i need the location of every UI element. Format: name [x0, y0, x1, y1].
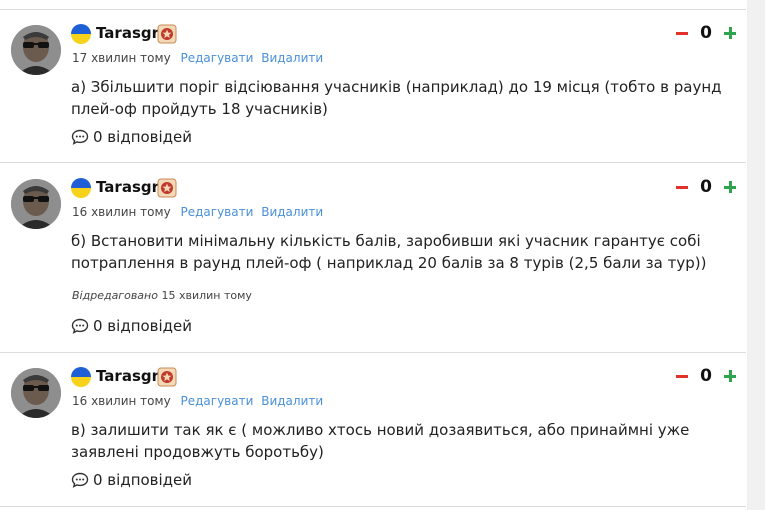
speech-bubble-icon — [71, 472, 89, 488]
rank-badge-icon — [157, 367, 177, 387]
vote-control: 0 — [676, 176, 736, 198]
replies-count: 0 відповідей — [93, 317, 193, 335]
edited-label: Відредаговано — [72, 289, 158, 302]
delete-link[interactable]: Видалити — [261, 205, 323, 219]
upvote-button[interactable] — [724, 181, 736, 193]
edit-link[interactable]: Редагувати — [181, 205, 254, 219]
upvote-button[interactable] — [724, 370, 736, 382]
replies-link[interactable]: 0 відповідей — [71, 471, 192, 489]
speech-bubble-icon — [71, 318, 89, 334]
replies-count: 0 відповідей — [93, 128, 193, 146]
downvote-button[interactable] — [676, 31, 688, 35]
comment-meta: 17 хвилин тому Редагувати Видалити — [72, 51, 323, 65]
comment-text: а) Збільшити поріг відсіювання учасників… — [71, 78, 722, 118]
edited-time: 15 хвилин тому — [161, 289, 252, 302]
rank-badge-icon — [157, 24, 177, 44]
comment-text: б) Встановити мінімальну кількість балів… — [71, 232, 707, 272]
edit-link[interactable]: Редагувати — [181, 394, 254, 408]
downvote-button[interactable] — [676, 374, 688, 378]
comments-page: Tarasgr 17 хвилин тому Редагувати Видали… — [0, 0, 765, 510]
ukraine-flag-icon — [71, 367, 91, 387]
edited-note: Відредаговано 15 хвилин тому — [72, 289, 252, 302]
upvote-button[interactable] — [724, 27, 736, 39]
comment-time: 16 хвилин тому — [72, 205, 171, 219]
vote-control: 0 — [676, 22, 736, 44]
username[interactable]: Tarasgr — [96, 367, 159, 385]
avatar[interactable] — [11, 179, 61, 229]
username[interactable]: Tarasgr — [96, 178, 159, 196]
username[interactable]: Tarasgr — [96, 24, 159, 42]
comment-meta: 16 хвилин тому Редагувати Видалити — [72, 205, 323, 219]
comment: Tarasgr 17 хвилин тому Редагувати Видали… — [0, 0, 746, 163]
comment-text: в) залишити так як є ( можливо хтось нов… — [71, 421, 690, 461]
delete-link[interactable]: Видалити — [261, 394, 323, 408]
comment-time: 17 хвилин тому — [72, 51, 171, 65]
comment-time: 16 хвилин тому — [72, 394, 171, 408]
ukraine-flag-icon — [71, 178, 91, 198]
replies-link[interactable]: 0 відповідей — [71, 128, 192, 146]
delete-link[interactable]: Видалити — [261, 51, 323, 65]
comment: Tarasgr 16 хвилин тому Редагувати Видали… — [0, 353, 746, 510]
vote-control: 0 — [676, 365, 736, 387]
rank-badge-icon — [157, 178, 177, 198]
comment-meta: 16 хвилин тому Редагувати Видалити — [72, 394, 323, 408]
vote-score: 0 — [700, 177, 712, 197]
edit-link[interactable]: Редагувати — [181, 51, 254, 65]
replies-count: 0 відповідей — [93, 471, 193, 489]
ukraine-flag-icon — [71, 24, 91, 44]
comment: Tarasgr 16 хвилин тому Редагувати Видали… — [0, 163, 746, 353]
downvote-button[interactable] — [676, 185, 688, 189]
vote-score: 0 — [700, 366, 712, 386]
speech-bubble-icon — [71, 129, 89, 145]
divider — [0, 506, 746, 507]
replies-link[interactable]: 0 відповідей — [71, 317, 192, 335]
avatar[interactable] — [11, 25, 61, 75]
scrollbar-track[interactable] — [747, 0, 765, 510]
avatar[interactable] — [11, 368, 61, 418]
vote-score: 0 — [700, 23, 712, 43]
